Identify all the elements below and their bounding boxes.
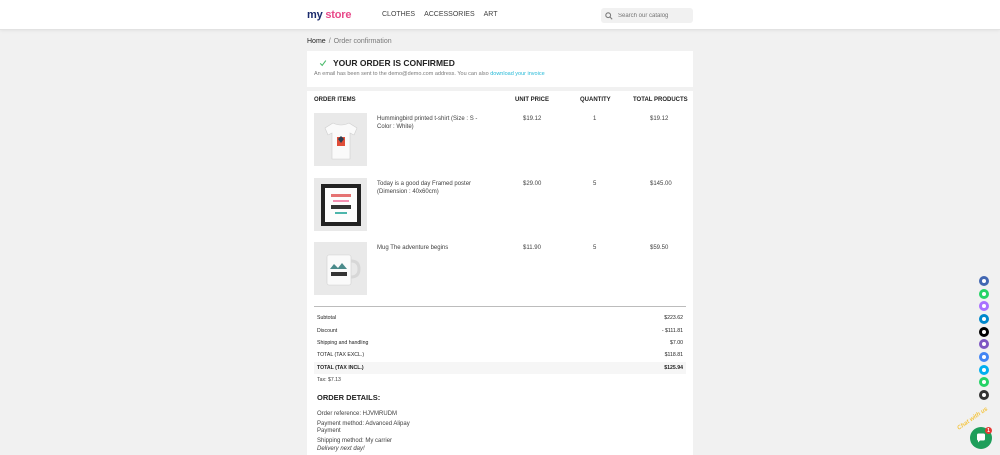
product-quantity: 5 xyxy=(593,181,597,187)
confirmation-message-text: An email has been sent to the demo@demo.… xyxy=(314,71,489,77)
confirmation-title: YOUR ORDER IS CONFIRMED xyxy=(333,58,455,68)
breadcrumb-home[interactable]: Home xyxy=(307,38,326,45)
product-total: $19.12 xyxy=(650,116,669,122)
summary-label: TOTAL (TAX INCL.) xyxy=(317,365,364,371)
order-row: Mug The adventure begins $11.90 5 $59.50 xyxy=(307,242,693,302)
header-unit-price: UNIT PRICE xyxy=(515,97,550,103)
summary-label: TOTAL (TAX EXCL.) xyxy=(317,352,365,358)
summary-shipping: Shipping and handling $7.00 xyxy=(314,337,686,349)
telegram-icon[interactable] xyxy=(979,314,989,324)
check-icon xyxy=(319,60,327,67)
nav-art[interactable]: ART xyxy=(484,11,498,18)
tshirt-image xyxy=(324,122,357,159)
poster-image xyxy=(320,183,361,226)
product-image-mug[interactable] xyxy=(314,242,367,295)
search-box[interactable] xyxy=(601,8,693,23)
summary-divider xyxy=(314,306,686,307)
header-order-items: ORDER ITEMS xyxy=(314,97,356,103)
summary-value: $7.00 xyxy=(670,340,683,346)
site-header: my store CLOTHES ACCESSORIES ART xyxy=(0,0,1000,30)
summary-value: $118.81 xyxy=(664,352,683,358)
breadcrumb-current: Order confirmation xyxy=(333,38,392,45)
confirmation-card: YOUR ORDER IS CONFIRMED An email has bee… xyxy=(307,51,693,87)
product-total: $145.00 xyxy=(650,181,672,187)
download-invoice-link[interactable]: download your invoice xyxy=(490,71,544,77)
skype-icon[interactable] xyxy=(979,365,989,375)
product-unit-price: $19.12 xyxy=(523,116,542,122)
phone-icon[interactable] xyxy=(979,377,989,387)
order-details-title: ORDER DETAILS: xyxy=(317,393,381,402)
product-quantity: 5 xyxy=(593,245,597,251)
logo-text: my xyxy=(307,9,323,21)
order-row: Hummingbird printed t-shirt (Size : S - … xyxy=(307,113,693,173)
search-icon[interactable] xyxy=(605,11,613,20)
tax-amount: Tax: $7.13 xyxy=(317,377,341,383)
product-quantity: 1 xyxy=(593,116,597,122)
product-image-poster[interactable] xyxy=(314,178,367,231)
store-logo[interactable]: my store xyxy=(307,9,351,21)
payment-method-extra: Payment xyxy=(317,428,341,434)
confirmation-header: YOUR ORDER IS CONFIRMED xyxy=(319,58,455,68)
shipping-method: Shipping method: My carrier xyxy=(317,438,393,444)
header-quantity: QUANTITY xyxy=(580,97,611,103)
chat-icon xyxy=(977,433,985,443)
whatsapp-icon[interactable] xyxy=(979,289,989,299)
summary-label: Discount xyxy=(317,328,338,334)
summary-value: - $111.81 xyxy=(661,328,683,334)
order-reference: Order reference: HJVMRUDM xyxy=(317,411,398,417)
nav-clothes[interactable]: CLOTHES xyxy=(382,11,415,18)
product-total: $59.50 xyxy=(650,245,669,251)
messenger-icon[interactable] xyxy=(979,339,989,349)
confirmation-message: An email has been sent to the demo@demo.… xyxy=(314,71,545,77)
mug-image xyxy=(326,254,361,285)
summary-subtotal: Subtotal $223.62 xyxy=(314,312,686,324)
nav-accessories[interactable]: ACCESSORIES xyxy=(424,11,475,18)
chat-unread-badge: 1 xyxy=(985,427,992,434)
product-image-tshirt[interactable] xyxy=(314,113,367,166)
email-icon[interactable] xyxy=(979,390,989,400)
search-input[interactable] xyxy=(618,12,688,19)
summary-discount: Discount - $111.81 xyxy=(314,325,686,337)
product-unit-price: $29.00 xyxy=(523,181,542,187)
product-unit-price: $11.90 xyxy=(523,245,541,251)
order-row: Today is a good day Framed poster (Dimen… xyxy=(307,178,693,238)
header-total-products: TOTAL PRODUCTS xyxy=(633,97,688,103)
order-items-card: ORDER ITEMS UNIT PRICE QUANTITY TOTAL PR… xyxy=(307,91,693,455)
summary-total-excl: TOTAL (TAX EXCL.) $118.81 xyxy=(314,349,686,361)
summary-total-incl: TOTAL (TAX INCL.) $125.94 xyxy=(314,362,686,374)
summary-label: Subtotal xyxy=(317,315,337,321)
product-name[interactable]: Mug The adventure begins xyxy=(377,245,485,253)
viber-icon[interactable] xyxy=(979,301,989,311)
breadcrumb-separator: / xyxy=(328,38,331,45)
product-name[interactable]: Today is a good day Framed poster (Dimen… xyxy=(377,181,485,196)
facebook-icon[interactable] xyxy=(979,276,989,286)
summary-value: $125.94 xyxy=(664,365,683,371)
tiktok-icon[interactable] xyxy=(979,327,989,337)
summary-value: $223.62 xyxy=(664,315,683,321)
logo-accent-text: store xyxy=(325,9,352,21)
summary-label: Shipping and handling xyxy=(317,340,369,346)
product-name[interactable]: Hummingbird printed t-shirt (Size : S - … xyxy=(377,116,485,131)
breadcrumb: Home / Order confirmation xyxy=(307,38,392,45)
delivery-note: Delivery next day! xyxy=(317,446,365,452)
main-nav: CLOTHES ACCESSORIES ART xyxy=(382,11,498,18)
google-icon[interactable] xyxy=(979,352,989,362)
